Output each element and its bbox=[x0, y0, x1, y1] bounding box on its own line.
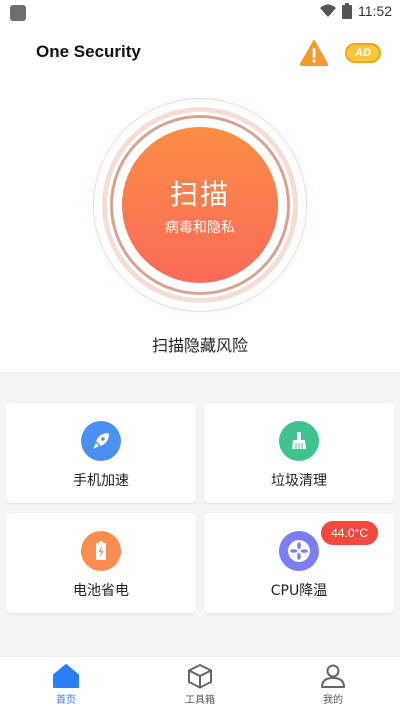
bottom-nav: 首页 工具箱 我的 bbox=[0, 656, 400, 710]
ad-button[interactable]: AD bbox=[345, 43, 381, 63]
status-right: 11:52 bbox=[320, 3, 392, 19]
scan-label: 扫描 bbox=[169, 178, 230, 211]
nav-toolbox[interactable]: 工具箱 bbox=[160, 663, 240, 706]
scan-hint: 扫描隐藏风险 bbox=[151, 336, 248, 355]
user-icon bbox=[321, 664, 345, 688]
wifi-icon bbox=[320, 4, 336, 17]
broom-icon bbox=[279, 421, 319, 461]
card-label: 手机加速 bbox=[73, 473, 129, 489]
temperature-badge: 44.0°C bbox=[321, 521, 378, 545]
card-label: 电池省电 bbox=[73, 583, 129, 599]
home-icon bbox=[53, 664, 79, 688]
phone-boost-card[interactable]: 手机加速 bbox=[6, 403, 196, 503]
junk-clean-card[interactable]: 垃圾清理 bbox=[204, 403, 394, 503]
fan-icon bbox=[279, 531, 319, 571]
nav-label: 我的 bbox=[323, 695, 343, 706]
card-label: 垃圾清理 bbox=[271, 473, 327, 489]
box-icon bbox=[188, 664, 212, 689]
rocket-icon bbox=[81, 421, 121, 461]
battery-save-card[interactable]: 电池省电 bbox=[6, 513, 196, 613]
warning-icon bbox=[299, 40, 329, 66]
app-title: One Security bbox=[36, 42, 141, 61]
scan-sub-label: 病毒和隐私 bbox=[165, 220, 235, 236]
notification-icon bbox=[10, 5, 26, 21]
nav-profile[interactable]: 我的 bbox=[293, 663, 373, 706]
card-label: CPU降温 bbox=[270, 583, 328, 599]
warning-button[interactable] bbox=[299, 40, 329, 66]
status-time: 11:52 bbox=[358, 3, 392, 19]
scan-button[interactable]: 扫描 病毒和隐私 bbox=[122, 127, 278, 283]
battery-status-icon bbox=[342, 3, 352, 19]
nav-home[interactable]: 首页 bbox=[26, 663, 106, 706]
nav-label: 工具箱 bbox=[185, 695, 215, 706]
scan-section: One Security AD 扫描 病毒和隐私 扫描隐藏风险 bbox=[0, 24, 400, 372]
status-bar: 11:52 bbox=[0, 0, 400, 24]
nav-label: 首页 bbox=[56, 695, 76, 706]
cpu-cool-card[interactable]: 44.0°C CPU降温 bbox=[204, 513, 394, 613]
battery-icon bbox=[81, 531, 121, 571]
